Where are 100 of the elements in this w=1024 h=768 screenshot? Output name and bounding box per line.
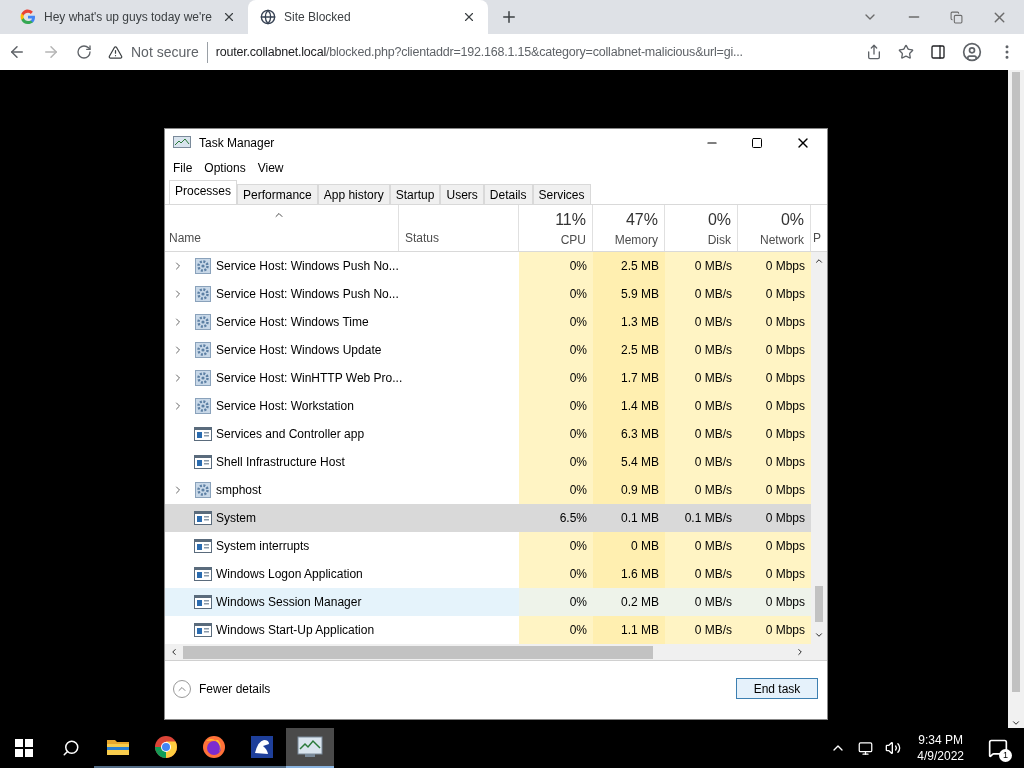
table-cell: 0% — [519, 252, 593, 280]
gear-icon — [195, 342, 211, 358]
volume-icon[interactable] — [885, 740, 902, 756]
table-cell: 0.2 MB — [593, 588, 665, 616]
end-task-button[interactable]: End task — [736, 678, 818, 699]
tab[interactable]: Users — [440, 184, 484, 204]
table-cell: 0 Mbps — [738, 616, 811, 644]
table-cell: 0% — [519, 448, 593, 476]
window-icon — [194, 539, 212, 553]
table-cell: 5.4 MB — [593, 448, 665, 476]
table-cell: 0 MB/s — [665, 448, 738, 476]
globe-icon — [260, 9, 276, 25]
table-cell: 1.7 MB — [593, 364, 665, 392]
scrollbar-thumb[interactable] — [815, 586, 823, 622]
column-total: 0% — [707, 211, 731, 229]
process-row[interactable]: System 6.5% 0.1 MB 0.1 MB/s 0 Mbps — [165, 504, 811, 532]
share-icon[interactable] — [866, 44, 882, 60]
tab[interactable]: Services — [532, 184, 591, 204]
table-cell: 0% — [519, 588, 593, 616]
scroll-down-icon[interactable] — [1011, 718, 1021, 728]
close-icon[interactable] — [462, 10, 476, 24]
fewer-details-button[interactable]: Fewer details — [173, 679, 271, 698]
chrome-icon — [154, 735, 178, 759]
table-cell: 0 MB/s — [665, 588, 738, 616]
vertical-scrollbar[interactable] — [811, 252, 827, 644]
process-name: Service Host: Windows Time — [216, 314, 369, 331]
bookmark-icon[interactable] — [898, 44, 914, 60]
task-manager-icon — [173, 136, 191, 150]
tab[interactable]: App history — [317, 184, 390, 204]
process-row[interactable]: Windows Session Manager 0% 0.2 MB 0 MB/s 0 Mbps — [165, 588, 811, 616]
table-cell: 0 MB/s — [665, 308, 738, 336]
column-header[interactable]: Status — [405, 229, 440, 247]
new-tab-icon[interactable] — [500, 8, 518, 26]
window-icon — [194, 455, 212, 469]
restore-icon[interactable] — [950, 10, 963, 24]
window-title: Task Manager — [199, 135, 275, 152]
column-header[interactable]: CPU — [560, 233, 586, 251]
horizontal-scrollbar[interactable] — [165, 644, 827, 661]
window-icon — [194, 567, 212, 581]
reload-icon[interactable] — [76, 44, 92, 60]
table-cell: 0 Mbps — [738, 420, 811, 448]
browser-tab[interactable]: Site Blocked — [248, 0, 488, 34]
table-cell: 1.1 MB — [593, 616, 665, 644]
column-header[interactable]: Name — [169, 229, 398, 251]
process-name: System interrupts — [216, 538, 310, 555]
column-header[interactable]: Network — [760, 233, 804, 251]
scrollbar-thumb[interactable] — [1012, 72, 1020, 692]
taskbar-app[interactable] — [286, 728, 334, 768]
close-icon[interactable] — [222, 10, 236, 24]
column-header[interactable]: P — [813, 229, 821, 247]
task-manager-icon — [297, 736, 323, 758]
tab[interactable]: Details — [483, 184, 533, 204]
tab[interactable]: Startup — [389, 184, 441, 204]
process-name: Service Host: Workstation — [216, 398, 354, 415]
search-icon[interactable] — [62, 739, 80, 757]
process-name: System — [216, 510, 256, 527]
tab[interactable]: Performance — [237, 184, 318, 204]
menu-item[interactable]: File — [173, 159, 193, 177]
scrollbar-thumb[interactable] — [183, 645, 653, 659]
process-name: Service Host: WinHTTP Web Pro... — [216, 370, 403, 387]
url-text: router.collabnet.local/blocked.php?clientaddr=192.168.1.15&category=collabnet-malicious&url=gi... — [214, 43, 743, 61]
table-cell: 1.3 MB — [593, 308, 665, 336]
scroll-down-icon[interactable] — [814, 630, 824, 640]
side-panel-icon[interactable] — [930, 44, 946, 60]
table-cell: 2.5 MB — [593, 252, 665, 280]
warning-icon — [108, 44, 123, 60]
gear-icon — [195, 482, 211, 498]
page-scrollbar[interactable] — [1008, 70, 1024, 728]
tab[interactable]: Processes — [169, 180, 238, 204]
table-cell: 0 Mbps — [738, 560, 811, 588]
notification-badge: 1 — [999, 749, 1012, 762]
column-header[interactable]: Disk — [707, 233, 731, 251]
table-cell: 0 MB/s — [665, 560, 738, 588]
table-cell: 1.6 MB — [593, 560, 665, 588]
google-icon — [20, 9, 36, 25]
network-icon[interactable] — [858, 740, 874, 756]
clock-time[interactable]: 9:34 PM — [918, 732, 963, 748]
table-cell: 0.9 MB — [593, 476, 665, 504]
scroll-left-icon[interactable] — [169, 647, 179, 657]
table-cell: 0 Mbps — [738, 476, 811, 504]
menu-item[interactable]: Options — [204, 159, 246, 177]
window-icon — [194, 595, 212, 609]
profile-icon[interactable] — [962, 42, 982, 62]
process-name: Windows Session Manager — [216, 594, 362, 611]
table-cell: 0 Mbps — [738, 392, 811, 420]
window-icon — [194, 511, 212, 525]
browser-tab[interactable]: Hey what's up guys today we're — [8, 0, 248, 34]
clock-date[interactable]: 4/9/2022 — [917, 748, 964, 764]
back-icon[interactable] — [8, 43, 26, 61]
folder-icon — [106, 737, 130, 757]
menu-item[interactable]: View — [257, 159, 284, 177]
table-cell: 0 MB/s — [665, 420, 738, 448]
process-name: Shell Infrastructure Host — [216, 454, 345, 471]
table-cell: 0 Mbps — [738, 336, 811, 364]
scroll-right-icon[interactable] — [795, 647, 805, 657]
address-bar[interactable]: Not secure router.collabnet.local/blocked.php?clientaddr=192.168.1.15&category=collabnet-malicious&url=gi... — [108, 38, 850, 66]
scroll-up-icon[interactable] — [814, 256, 824, 266]
column-header[interactable]: Memory — [614, 233, 658, 251]
column-total: 0% — [780, 211, 804, 229]
maximize-icon[interactable] — [751, 137, 763, 149]
